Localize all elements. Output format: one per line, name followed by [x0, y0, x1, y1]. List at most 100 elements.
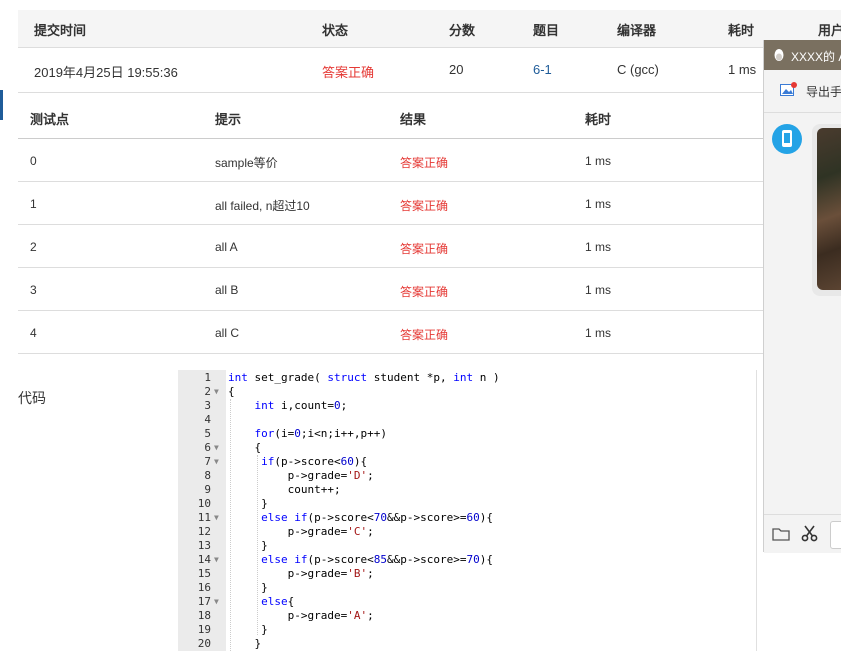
code-line: 3 int i,count=0;	[178, 399, 756, 413]
code-line: 1 int set_grade( struct student *p, int n…	[178, 371, 756, 385]
test-points-table: 测试点 提示 结果 耗时 0 sample等价 答案正确 1 ms 1 all …	[18, 94, 763, 354]
code-text: p->grade='B';	[228, 567, 374, 580]
code-text: int set_grade( struct student *p, int n …	[228, 371, 500, 384]
test-hint: all B	[215, 283, 239, 297]
indent-guide	[257, 455, 258, 635]
code-text: else{	[261, 595, 295, 608]
test-hint: all C	[215, 326, 240, 340]
code-line: 17 ▼ else{	[178, 595, 756, 609]
code-line: 7 ▼ if(p->score<60){	[178, 455, 756, 469]
header-elapsed: 耗时	[728, 23, 755, 38]
line-number: 8	[204, 469, 211, 482]
fold-arrow-icon[interactable]: ▼	[214, 511, 219, 525]
left-accent-strip	[0, 90, 3, 120]
line-number: 20	[197, 637, 211, 650]
chat-input[interactable]	[830, 521, 841, 549]
fold-arrow-icon[interactable]: ▼	[214, 455, 219, 469]
test-hint: all failed, n超过10	[215, 199, 310, 213]
code-text: else if(p->score<70&&p->score>=60){	[261, 511, 493, 524]
code-line: 18 p->grade='A';	[178, 609, 756, 623]
fold-arrow-icon[interactable]: ▼	[214, 553, 219, 567]
chat-divider	[764, 112, 841, 113]
indent-guide	[230, 399, 231, 651]
header-problem: 题目	[533, 23, 560, 38]
fold-arrow-icon[interactable]: ▼	[214, 441, 219, 455]
test-result: 答案正确	[400, 285, 449, 299]
code-text: p->grade='D';	[228, 469, 374, 482]
code-line: 15 p->grade='B';	[178, 567, 756, 581]
code-text: }	[228, 623, 268, 636]
code-text: p->grade='C';	[228, 525, 374, 538]
chat-popup[interactable]: XXXX的 A 导出手	[763, 40, 841, 553]
table-row: 1 all failed, n超过10 答案正确 1 ms	[18, 182, 763, 225]
test-hint: sample等价	[215, 156, 278, 170]
header-score: 分数	[449, 23, 476, 38]
test-time: 1 ms	[585, 154, 612, 168]
line-number: 7	[204, 455, 211, 468]
line-number: 9	[204, 483, 211, 496]
submission-row: 2019年4月25日 19:55:36 答案正确 20 6-1 C (gcc) …	[18, 48, 841, 93]
code-line: 5 for(i=0;i<n;i++,p++)	[178, 427, 756, 441]
code-line: 14 ▼ else if(p->score<85&&p->score>=70){	[178, 553, 756, 567]
header-test-point: 测试点	[30, 112, 70, 127]
avatar-icon[interactable]	[772, 124, 802, 154]
code-line: 11 ▼ else if(p->score<70&&p->score>=60){	[178, 511, 756, 525]
test-time: 1 ms	[585, 326, 612, 340]
line-number: 14	[197, 553, 211, 566]
test-table-header: 测试点 提示 结果 耗时	[18, 94, 763, 139]
code-line: 10 }	[178, 497, 756, 511]
code-text: }	[228, 637, 262, 650]
test-id: 2	[30, 240, 37, 254]
code-text: for(i=0;i<n;i++,p++)	[254, 427, 387, 440]
chat-image[interactable]	[817, 128, 841, 290]
table-row: 4 all C 答案正确 1 ms	[18, 311, 763, 354]
header-hint: 提示	[215, 112, 242, 127]
scissors-icon[interactable]	[801, 525, 818, 542]
code-text: int i,count=0;	[254, 399, 348, 412]
submit-time: 2019年4月25日 19:55:36	[34, 65, 178, 80]
code-line: 20 }	[178, 637, 756, 651]
line-number: 5	[204, 427, 211, 440]
code-line: 4	[178, 413, 756, 427]
line-number: 10	[197, 497, 211, 510]
line-number: 12	[197, 525, 211, 538]
problem-link[interactable]: 6-1	[533, 62, 552, 77]
test-time: 1 ms	[585, 197, 612, 211]
line-number: 1	[204, 371, 211, 384]
code-line: 12 p->grade='C';	[178, 525, 756, 539]
code-text: p->grade='A';	[228, 609, 374, 622]
code-line: 13 }	[178, 539, 756, 553]
fold-arrow-icon[interactable]: ▼	[214, 385, 219, 399]
submission-status: 答案正确	[322, 65, 375, 80]
code-editor[interactable]: 1 int set_grade( struct student *p, int n…	[178, 370, 756, 651]
export-phone-button[interactable]: 导出手	[764, 74, 841, 106]
code-text: }	[228, 581, 268, 594]
qq-penguin-icon	[774, 49, 784, 61]
code-line: 19 }	[178, 623, 756, 637]
test-id: 3	[30, 283, 37, 297]
test-id: 1	[30, 197, 37, 211]
test-result: 答案正确	[400, 156, 449, 170]
header-result: 结果	[400, 112, 427, 127]
code-line: 16 }	[178, 581, 756, 595]
test-result: 答案正确	[400, 328, 449, 342]
code-label: 代码	[18, 390, 46, 406]
line-number: 18	[197, 609, 211, 622]
header-compiler: 编译器	[617, 23, 657, 38]
folder-icon[interactable]	[772, 527, 790, 541]
chat-title: XXXX的 A	[791, 50, 841, 64]
line-number: 17	[197, 595, 211, 608]
fold-arrow-icon[interactable]: ▼	[214, 595, 219, 609]
line-number: 2	[204, 385, 211, 398]
test-id: 4	[30, 326, 37, 340]
export-label: 导出手	[806, 85, 841, 99]
code-line: 2 ▼ {	[178, 385, 756, 399]
table-row: 3 all B 答案正确 1 ms	[18, 268, 763, 311]
header-submit-time: 提交时间	[34, 23, 87, 38]
submission-elapsed: 1 ms	[728, 62, 757, 77]
test-id: 0	[30, 154, 37, 168]
chat-title-bar[interactable]: XXXX的 A	[764, 40, 841, 70]
table-row: 2 all A 答案正确 1 ms	[18, 225, 763, 268]
header-time: 耗时	[585, 112, 612, 127]
line-number: 16	[197, 581, 211, 594]
